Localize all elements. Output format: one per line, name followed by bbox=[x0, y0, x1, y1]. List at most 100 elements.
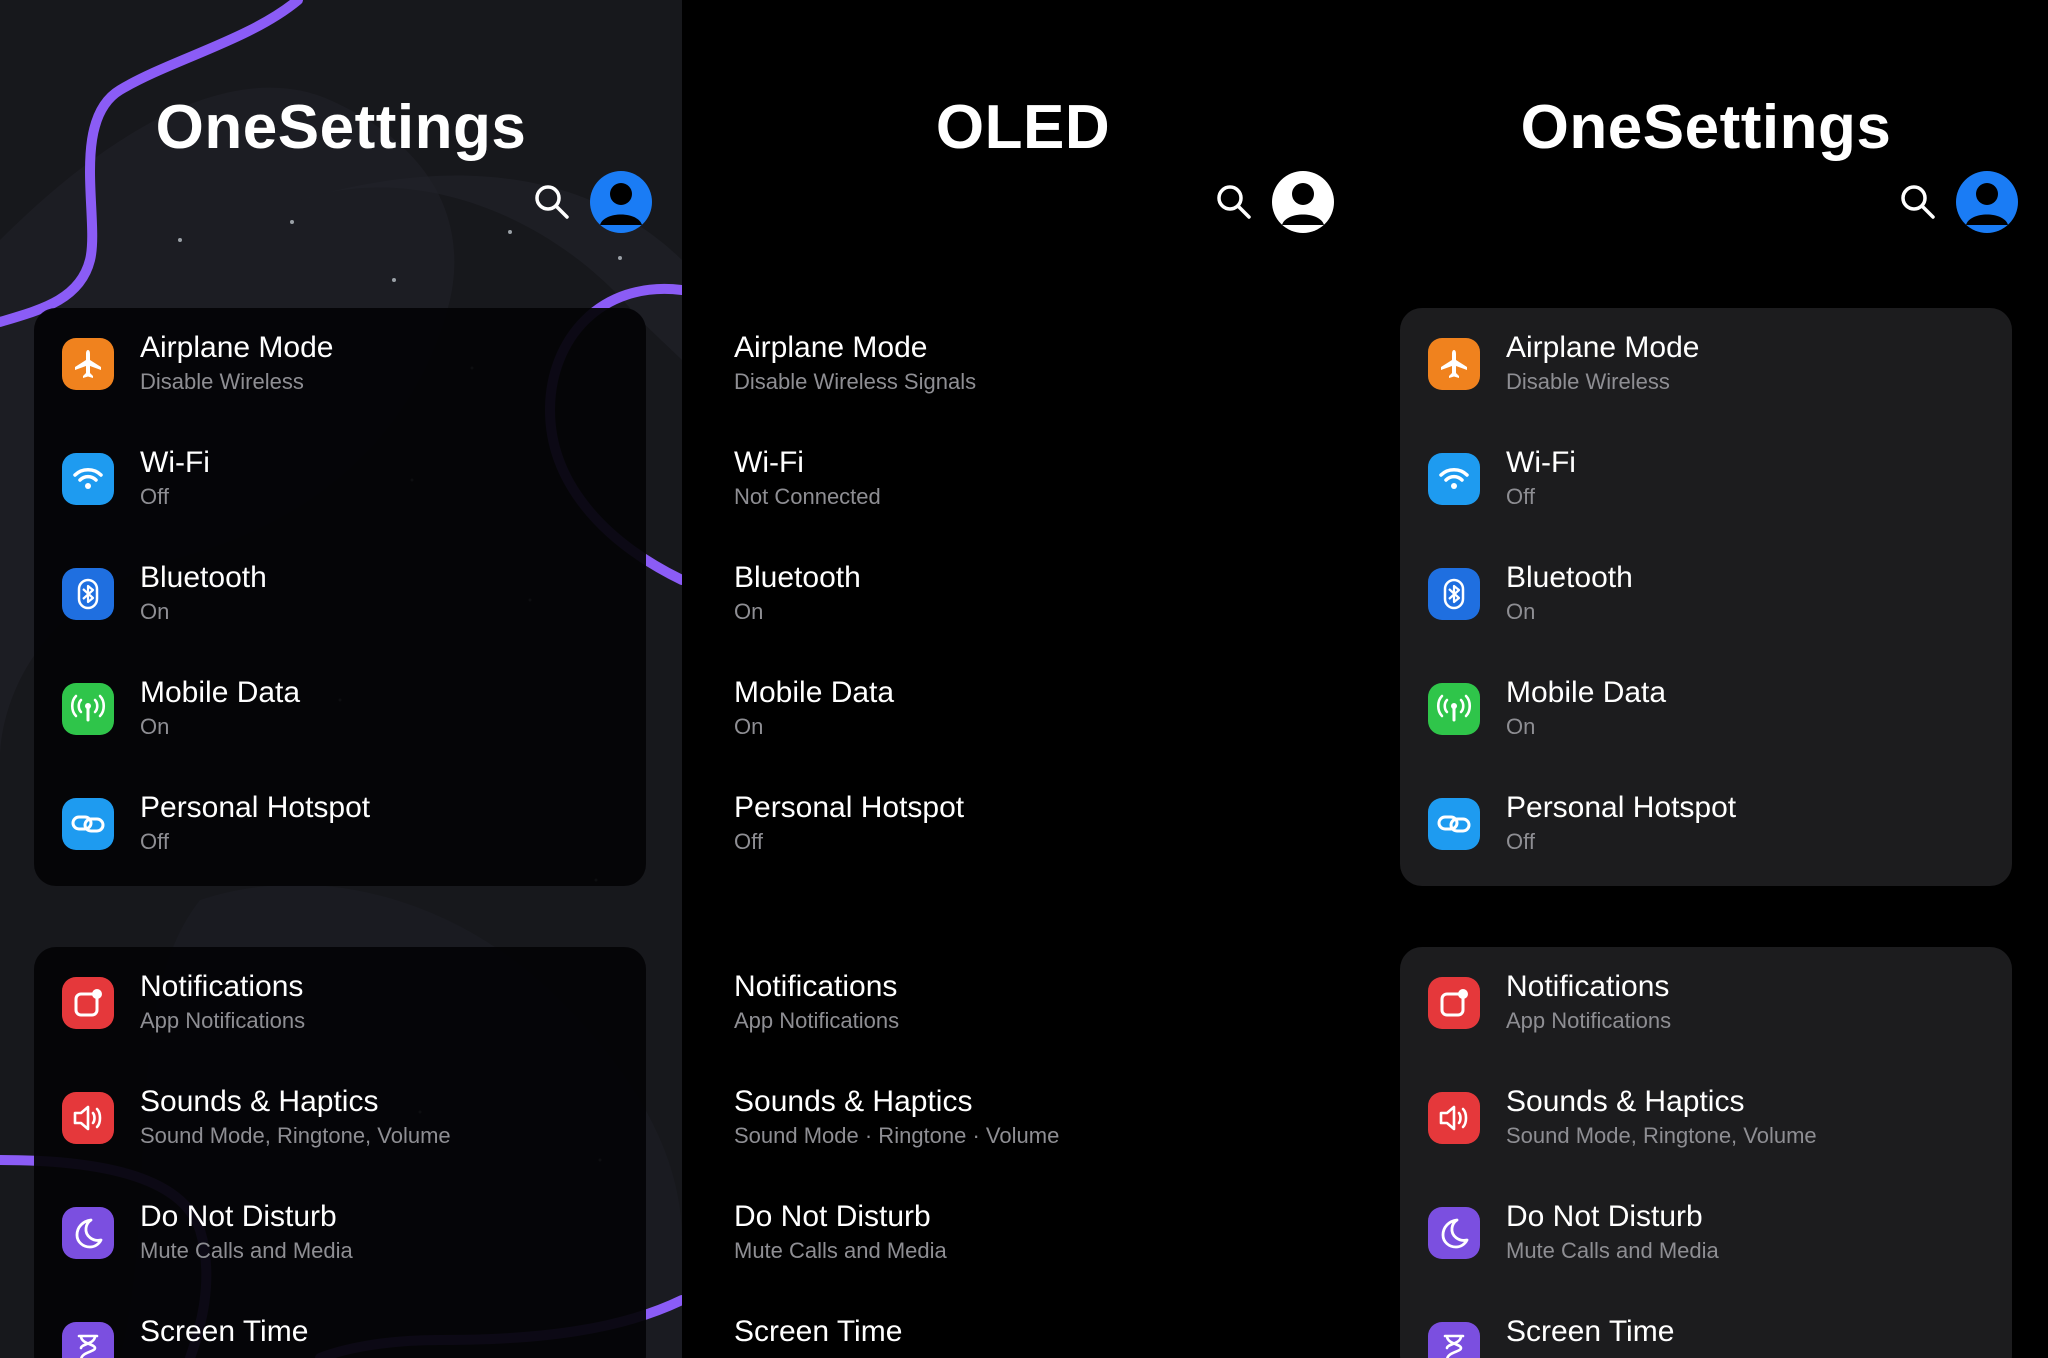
row-subtitle: Off bbox=[1506, 829, 1535, 854]
settings-row-bluetooth[interactable]: Bluetooth On bbox=[34, 538, 646, 653]
search-button[interactable] bbox=[1894, 178, 1942, 226]
profile-button[interactable] bbox=[1956, 171, 2018, 233]
settings-row-hotspot[interactable]: Personal Hotspot Off bbox=[702, 768, 1314, 883]
row-subtitle: Off bbox=[1506, 484, 1535, 509]
settings-row-wifi[interactable]: Wi-Fi Not Connected bbox=[702, 423, 1314, 538]
panel-oled-theme: OLED Airplane Mode Disable Wireless Signa… bbox=[682, 0, 1364, 1358]
row-label: Notifications bbox=[734, 970, 898, 1003]
row-subtitle: On bbox=[140, 599, 170, 624]
settings-row-screen-time[interactable]: Screen Time bbox=[34, 1292, 646, 1358]
page-title: OneSettings bbox=[1520, 93, 1892, 162]
row-label: Screen Time bbox=[140, 1315, 309, 1348]
speaker-icon bbox=[62, 1092, 114, 1144]
row-subtitle: Disable Wireless bbox=[1506, 369, 1670, 394]
search-icon bbox=[1901, 185, 1935, 219]
settings-row-sounds[interactable]: Sounds & Haptics Sound Mode · Ringtone · … bbox=[702, 1062, 1314, 1177]
row-label: Bluetooth bbox=[734, 561, 861, 594]
row-label: Personal Hotspot bbox=[1506, 791, 1737, 824]
page-title: OLED bbox=[935, 93, 1111, 162]
system-group: Notifications App Notifications Sounds & … bbox=[34, 947, 646, 1358]
row-label: Mobile Data bbox=[140, 676, 301, 709]
settings-row-screen-time[interactable]: Screen Time bbox=[1400, 1292, 2012, 1358]
row-label: Sounds & Haptics bbox=[734, 1085, 973, 1118]
settings-row-do-not-disturb[interactable]: Do Not Disturb Mute Calls and Media bbox=[1400, 1177, 2012, 1292]
link-icon bbox=[1428, 798, 1480, 850]
settings-row-airplane[interactable]: Airplane Mode Disable Wireless Signals bbox=[702, 308, 1314, 423]
antenna-icon bbox=[62, 683, 114, 735]
row-label: Do Not Disturb bbox=[1506, 1200, 1703, 1233]
settings-row-notifications[interactable]: Notifications App Notifications bbox=[34, 947, 646, 1062]
connectivity-group: Airplane Mode Disable Wireless Signals Wi… bbox=[702, 308, 1314, 886]
row-label: Bluetooth bbox=[1506, 561, 1633, 594]
row-label: Do Not Disturb bbox=[140, 1200, 337, 1233]
settings-row-wifi[interactable]: Wi-Fi Off bbox=[1400, 423, 2012, 538]
moon-icon bbox=[1428, 1207, 1480, 1259]
search-button[interactable] bbox=[528, 178, 576, 226]
person-icon bbox=[600, 183, 642, 225]
header-actions bbox=[1210, 170, 1334, 234]
hourglass-icon bbox=[62, 1322, 114, 1358]
settings-row-notifications[interactable]: Notifications App Notifications bbox=[702, 947, 1314, 1062]
row-subtitle: On bbox=[1506, 599, 1536, 624]
settings-row-screen-time[interactable]: Screen Time bbox=[702, 1292, 1314, 1358]
settings-row-do-not-disturb[interactable]: Do Not Disturb Mute Calls and Media bbox=[34, 1177, 646, 1292]
settings-row-do-not-disturb[interactable]: Do Not Disturb Mute Calls and Media bbox=[702, 1177, 1314, 1292]
speaker-icon bbox=[1428, 1092, 1480, 1144]
row-subtitle: Mute Calls and Media bbox=[140, 1238, 353, 1263]
row-subtitle: On bbox=[734, 714, 764, 739]
panel-dark-theme: OneSettings Airplane Mode Disable Wireles… bbox=[1364, 0, 2048, 1358]
settings-row-airplane[interactable]: Airplane Mode Disable Wireless bbox=[1400, 308, 2012, 423]
row-subtitle: Disable Wireless bbox=[140, 369, 304, 394]
search-icon bbox=[535, 185, 569, 219]
header-actions bbox=[1894, 170, 2018, 234]
row-label: Airplane Mode bbox=[1506, 331, 1700, 364]
row-label: Screen Time bbox=[734, 1315, 903, 1348]
panel-wallpaper-theme: OneSettings Airplane Mode Disable Wireles… bbox=[0, 0, 682, 1358]
hourglass-icon bbox=[1428, 1322, 1480, 1358]
airplane-icon bbox=[1428, 338, 1480, 390]
row-label: Notifications bbox=[1506, 970, 1670, 1003]
row-subtitle: Disable Wireless Signals bbox=[734, 369, 977, 394]
antenna-icon bbox=[1428, 683, 1480, 735]
row-subtitle: Mute Calls and Media bbox=[1506, 1238, 1719, 1263]
row-subtitle: On bbox=[734, 599, 764, 624]
row-subtitle: Off bbox=[140, 484, 169, 509]
settings-row-sounds[interactable]: Sounds & Haptics Sound Mode, Ringtone, Vo… bbox=[1400, 1062, 2012, 1177]
settings-row-mobile-data[interactable]: Mobile Data On bbox=[702, 653, 1314, 768]
row-subtitle: App Notifications bbox=[734, 1008, 900, 1033]
settings-row-airplane[interactable]: Airplane Mode Disable Wireless bbox=[34, 308, 646, 423]
profile-button[interactable] bbox=[1272, 171, 1334, 233]
notification-icon bbox=[62, 977, 114, 1029]
row-label: Mobile Data bbox=[734, 676, 895, 709]
row-subtitle: Off bbox=[140, 829, 169, 854]
connectivity-group: Airplane Mode Disable Wireless Wi-Fi Off B… bbox=[1400, 308, 2012, 886]
settings-row-bluetooth[interactable]: Bluetooth On bbox=[702, 538, 1314, 653]
system-group: Notifications App Notifications Sounds & … bbox=[1400, 947, 2012, 1358]
page-title: OneSettings bbox=[155, 93, 527, 162]
settings-row-hotspot[interactable]: Personal Hotspot Off bbox=[1400, 768, 2012, 883]
row-subtitle: Sound Mode, Ringtone, Volume bbox=[140, 1123, 451, 1148]
row-subtitle: Mute Calls and Media bbox=[734, 1238, 947, 1263]
link-icon bbox=[62, 798, 114, 850]
row-subtitle: App Notifications bbox=[1506, 1008, 1672, 1033]
row-subtitle: Sound Mode · Ringtone · Volume bbox=[734, 1123, 1060, 1148]
settings-row-mobile-data[interactable]: Mobile Data On bbox=[1400, 653, 2012, 768]
connectivity-group: Airplane Mode Disable Wireless Wi-Fi Off B… bbox=[34, 308, 646, 886]
system-group: Notifications App Notifications Sounds & … bbox=[702, 947, 1314, 1358]
settings-row-notifications[interactable]: Notifications App Notifications bbox=[1400, 947, 2012, 1062]
settings-row-mobile-data[interactable]: Mobile Data On bbox=[34, 653, 646, 768]
settings-row-hotspot[interactable]: Personal Hotspot Off bbox=[34, 768, 646, 883]
profile-button[interactable] bbox=[590, 171, 652, 233]
person-icon bbox=[1966, 183, 2008, 225]
row-label: Screen Time bbox=[1506, 1315, 1675, 1348]
row-label: Airplane Mode bbox=[140, 331, 334, 364]
row-label: Bluetooth bbox=[140, 561, 267, 594]
search-button[interactable] bbox=[1210, 178, 1258, 226]
settings-row-wifi[interactable]: Wi-Fi Off bbox=[34, 423, 646, 538]
settings-row-bluetooth[interactable]: Bluetooth On bbox=[1400, 538, 2012, 653]
row-subtitle: Off bbox=[734, 829, 763, 854]
settings-row-sounds[interactable]: Sounds & Haptics Sound Mode, Ringtone, Vo… bbox=[34, 1062, 646, 1177]
row-label: Wi-Fi bbox=[734, 446, 804, 479]
header-actions bbox=[528, 170, 652, 234]
wifi-icon bbox=[62, 453, 114, 505]
